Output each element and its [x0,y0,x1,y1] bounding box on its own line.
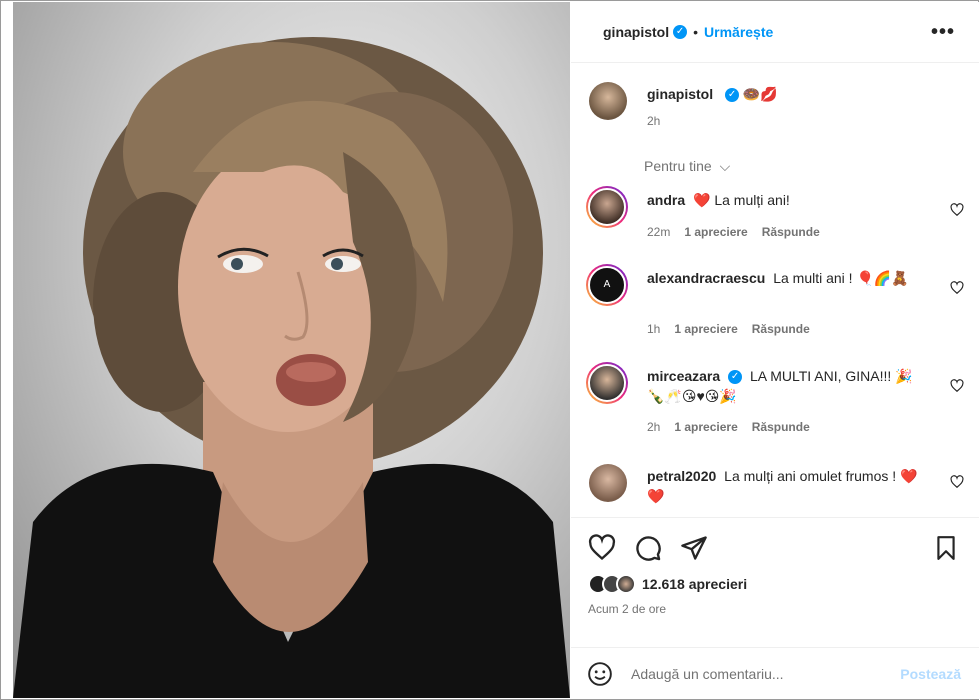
post-side-panel: ginapistol ✓ • Urmărește ••• ginapistol … [571,2,979,699]
post-actions: 12.618 aprecieri Acum 2 de ore [571,517,979,627]
comment-item: petral2020 La mulți ani omulet frumos ! … [586,462,964,517]
comment-username[interactable]: mirceazara [647,368,720,384]
comment-username[interactable]: andra [647,192,685,208]
reply-button[interactable]: Răspunde [762,225,820,239]
likes-summary[interactable]: 12.618 aprecieri [588,574,747,594]
comment-item: mirceazara ✓ LA MULTI ANI, GINA!!! 🎉🍾🥂😘♥… [586,362,964,442]
follow-button[interactable]: Urmărește [704,24,773,40]
post-comment-button[interactable]: Postează [900,666,961,682]
caption-time: 2h [647,114,661,128]
comment-meta: 22m 1 apreciere Răspunde [647,225,820,239]
comment-item: A alexandracraescu La multi ani ! 🎈🌈🧸 1h… [586,264,964,344]
caption-row: ginapistol ✓ 🍩💋 2h [586,82,964,142]
action-icons [588,534,959,564]
comment-likes[interactable]: 1 apreciere [674,322,737,336]
avatar[interactable] [589,82,627,120]
comments-list[interactable]: ginapistol ✓ 🍩💋 2h Pentru tine ⌵ andra ❤… [571,64,979,517]
comment-meta: 1h 1 apreciere Răspunde [647,322,810,336]
verified-badge-icon: ✓ [725,88,740,103]
comment-input[interactable] [631,665,861,682]
post-photo[interactable] [13,2,570,698]
comment-time: 2h [647,420,661,434]
heart-icon[interactable] [950,281,964,295]
verified-badge-icon: ✓ [728,370,743,385]
comment-username[interactable]: petral2020 [647,468,716,484]
comment-filter-dropdown[interactable]: Pentru tine ⌵ [644,158,730,175]
comment-meta: 2h 1 apreciere Răspunde [647,420,810,434]
comment-time: 1h [647,322,661,336]
avatar [616,574,636,594]
header-username[interactable]: ginapistol [603,24,669,40]
reply-button[interactable]: Răspunde [752,322,810,336]
comment-item: andra ❤️ La mulți ani! 22m 1 apreciere R… [586,186,964,246]
avatar[interactable]: A [586,264,628,306]
caption-text: 🍩💋 [742,86,778,102]
add-comment-bar: Postează [571,647,979,699]
verified-badge-icon: ✓ [673,25,688,39]
comment-username[interactable]: alexandracraescu [647,270,765,286]
caption-meta: 2h [647,114,660,128]
separator-dot: • [693,24,699,40]
share-icon[interactable] [680,534,708,562]
avatar[interactable] [589,464,627,502]
filter-label: Pentru tine [644,158,712,174]
post-dialog: ginapistol ✓ • Urmărește ••• ginapistol … [0,0,979,700]
avatar[interactable] [586,362,628,404]
more-icon[interactable]: ••• [931,21,955,44]
heart-icon[interactable] [950,379,964,393]
comment-icon[interactable] [634,534,662,562]
comment-likes[interactable]: 1 apreciere [674,420,737,434]
comment-text: ❤️ La mulți ani! [693,192,790,208]
comment-time: 22m [647,225,671,239]
post-time: Acum 2 de ore [588,602,667,616]
comment-text: La multi ani ! 🎈🌈🧸 [773,270,909,286]
reply-button[interactable]: Răspunde [752,420,810,434]
emoji-icon[interactable] [587,661,613,687]
heart-icon[interactable] [950,203,964,217]
caption-username[interactable]: ginapistol [647,86,713,102]
chevron-down-icon: ⌵ [719,158,731,174]
likes-count[interactable]: 12.618 aprecieri [642,576,747,592]
avatar[interactable] [586,186,628,228]
post-header: ginapistol ✓ • Urmărește ••• [571,2,979,63]
comment-likes[interactable]: 1 apreciere [684,225,747,239]
portrait-illustration [13,37,570,698]
heart-icon[interactable] [950,475,964,489]
heart-icon[interactable] [588,534,616,562]
bookmark-icon[interactable] [933,534,959,562]
